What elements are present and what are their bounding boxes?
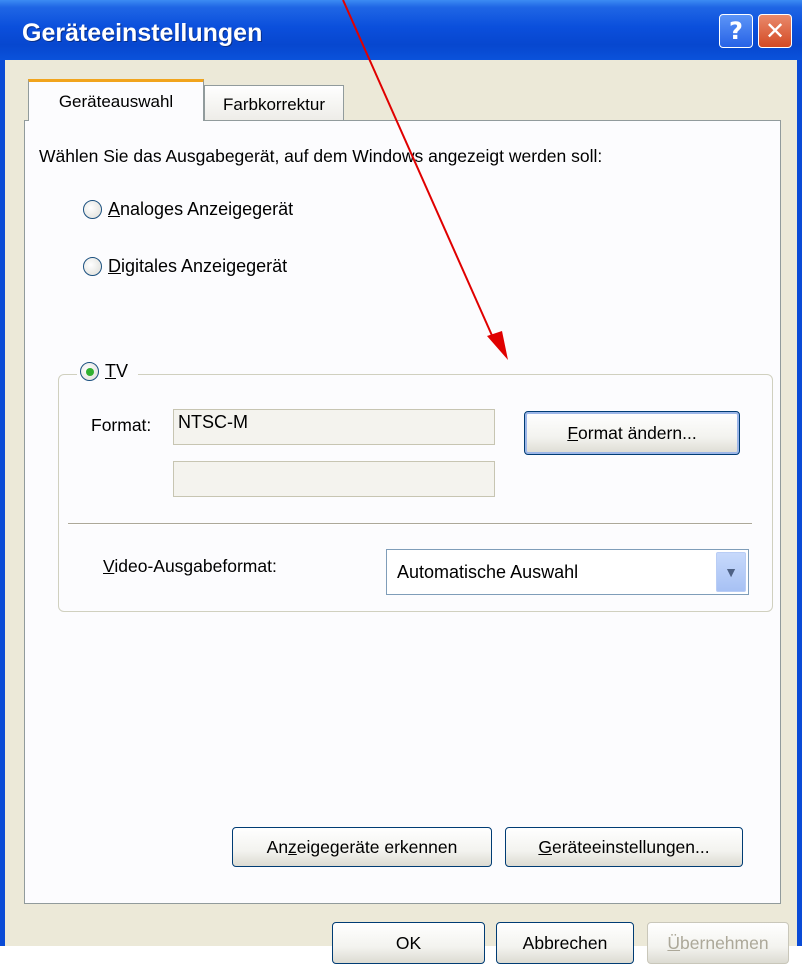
tab-geraeteauswahl[interactable]: Geräteauswahl [28, 79, 204, 121]
tab-farbkorrektur[interactable]: Farbkorrektur [204, 85, 344, 123]
radio-tv[interactable]: TV [77, 361, 139, 382]
help-button[interactable]: ? [719, 14, 753, 48]
radio-label: TV [105, 361, 129, 381]
device-settings-button[interactable]: Geräteeinstellungen... [505, 827, 743, 867]
radio-digital[interactable]: Digitales Anzeigegerät [83, 256, 287, 277]
radio-analog[interactable]: Analoges Anzeigegerät [83, 199, 293, 220]
format-field-secondary [173, 461, 495, 497]
button-label: Übernehmen [667, 932, 769, 953]
window-title: Geräteeinstellungen [22, 19, 263, 47]
select-value: Automatische Auswahl [397, 562, 579, 582]
close-icon: ✕ [764, 17, 786, 45]
tab-label: Geräteauswahl [58, 91, 174, 111]
button-label: Anzeigegeräte erkennen [266, 836, 458, 857]
radio-label: Analoges Anzeigegerät [108, 199, 294, 219]
format-field: NTSC-M [173, 409, 495, 445]
detect-displays-button[interactable]: Anzeigegeräte erkennen [232, 827, 492, 867]
radio-label: Digitales Anzeigegerät [108, 256, 288, 276]
radio-button[interactable] [80, 362, 99, 381]
button-label: Geräteeinstellungen... [538, 836, 710, 857]
video-output-label: Video-Ausgabeformat: [103, 556, 277, 576]
button-label: Format ändern... [567, 422, 697, 443]
tab-panel: Wählen Sie das Ausgabegerät, auf dem Win… [24, 120, 781, 904]
dialog-window: Geräteeinstellungen ? ✕ Geräteauswahl Fa… [0, 0, 802, 964]
close-button[interactable]: ✕ [758, 14, 792, 48]
cancel-button[interactable]: Abbrechen [496, 922, 634, 964]
dialog-client-area: Geräteauswahl Farbkorrektur Wählen Sie d… [5, 60, 797, 964]
help-icon: ? [729, 17, 743, 45]
video-output-select[interactable]: Automatische Auswahl ▼ [386, 549, 749, 595]
button-label: OK [395, 932, 422, 953]
chevron-down-icon[interactable]: ▼ [716, 552, 746, 592]
tab-label: Farbkorrektur [222, 94, 326, 114]
intro-text: Wählen Sie das Ausgabegerät, auf dem Win… [39, 146, 603, 166]
title-bar[interactable]: Geräteeinstellungen ? ✕ [0, 0, 802, 60]
radio-button[interactable] [83, 200, 102, 219]
button-label: Abbrechen [522, 932, 608, 953]
radio-button[interactable] [83, 257, 102, 276]
ok-button[interactable]: OK [332, 922, 485, 964]
format-label: Format: [91, 415, 152, 435]
divider [68, 523, 752, 525]
apply-button: Übernehmen [647, 922, 789, 964]
change-format-button[interactable]: Format ändern... [524, 411, 740, 455]
